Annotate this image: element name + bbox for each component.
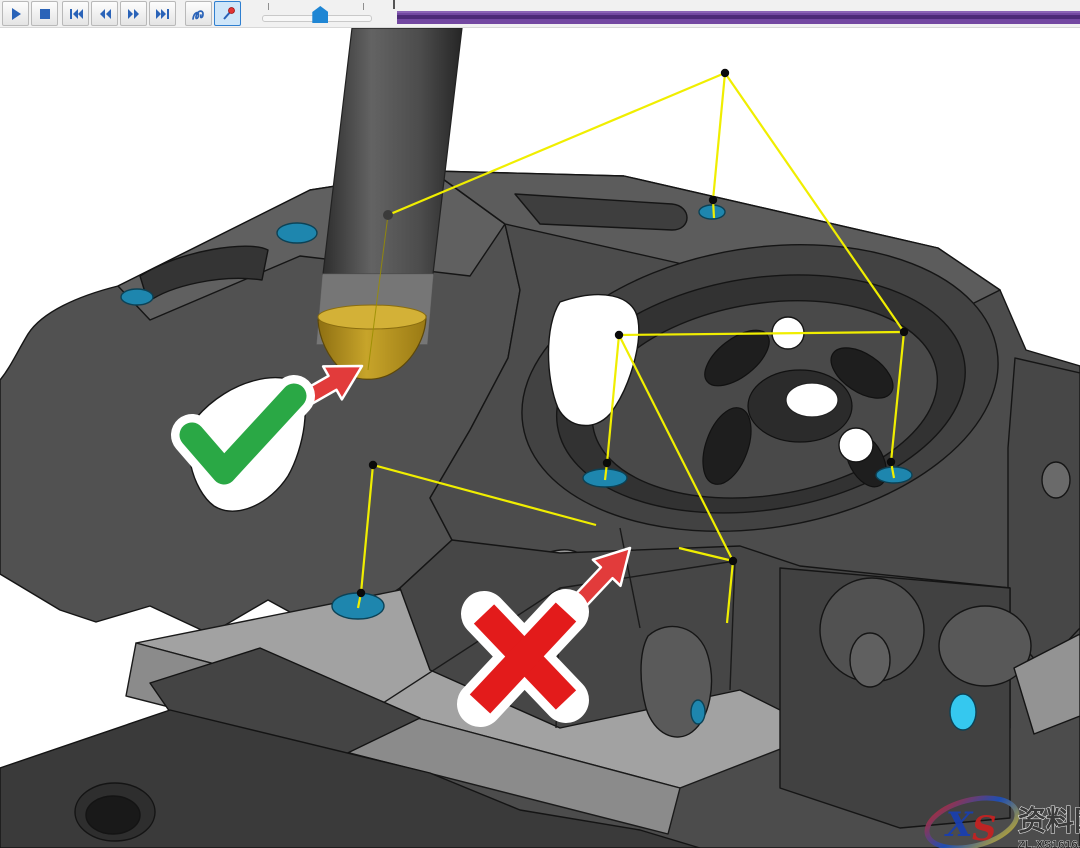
tool-gold-top xyxy=(318,305,426,329)
toolpath-node xyxy=(729,557,737,565)
simulation-progress-bar xyxy=(397,11,1080,24)
drilled-hole xyxy=(691,700,705,724)
cam-simulation-window: X S 资料网 ZL.XS1616.COM xyxy=(0,0,1080,848)
skip-to-end-icon xyxy=(155,6,171,22)
drilled-hole xyxy=(950,694,976,730)
playback-toolbar xyxy=(0,0,1080,28)
cutout-hole-2 xyxy=(839,428,873,462)
step-forward-button[interactable] xyxy=(120,1,147,26)
right-plate-hole xyxy=(1042,462,1070,498)
skip-to-end-button[interactable] xyxy=(149,1,176,26)
base-counterbore-inner xyxy=(86,796,140,834)
boss-hole xyxy=(850,633,890,687)
drilled-hole xyxy=(699,205,725,219)
step-back-button[interactable] xyxy=(91,1,118,26)
step-forward-icon xyxy=(126,6,142,22)
toolpath-squiggle-icon xyxy=(191,6,207,22)
drilled-hole xyxy=(277,223,317,243)
toolpath-display-button[interactable] xyxy=(185,1,212,26)
watermark-site-url: ZL.XS1616.COM xyxy=(1018,839,1080,848)
skip-to-start-icon xyxy=(68,6,84,22)
play-button[interactable] xyxy=(2,1,29,26)
toolpath-node xyxy=(887,458,895,466)
tool-contact-point xyxy=(383,210,393,220)
toolpath-node xyxy=(721,69,729,77)
stop-button[interactable] xyxy=(31,1,58,26)
toolpath-node xyxy=(615,331,623,339)
toolpath-node xyxy=(603,459,611,467)
3d-viewport[interactable]: X S 资料网 ZL.XS1616.COM xyxy=(0,28,1080,848)
drilled-hole xyxy=(121,289,153,305)
skip-to-start-button[interactable] xyxy=(62,1,89,26)
speed-slider-handle[interactable] xyxy=(312,6,328,23)
step-back-icon xyxy=(97,6,113,22)
stop-icon xyxy=(37,6,53,22)
watermark-logo-s: S xyxy=(972,809,997,848)
play-icon xyxy=(8,6,24,22)
progress-start-tick xyxy=(393,0,395,9)
watermark-logo-x: X xyxy=(944,805,974,845)
probe-pin-icon xyxy=(220,6,236,22)
slider-tick xyxy=(363,3,364,10)
toolpath-node xyxy=(709,196,717,204)
probe-tool-button[interactable] xyxy=(214,1,241,26)
toolpath-segment xyxy=(713,73,725,200)
toolpath-node xyxy=(900,328,908,336)
toolpath-node xyxy=(357,589,365,597)
cad-scene: X S 资料网 ZL.XS1616.COM xyxy=(0,28,1080,848)
slider-tick xyxy=(268,3,269,10)
toolpath-node xyxy=(369,461,377,469)
watermark-site-name: 资料网 xyxy=(1018,805,1080,836)
